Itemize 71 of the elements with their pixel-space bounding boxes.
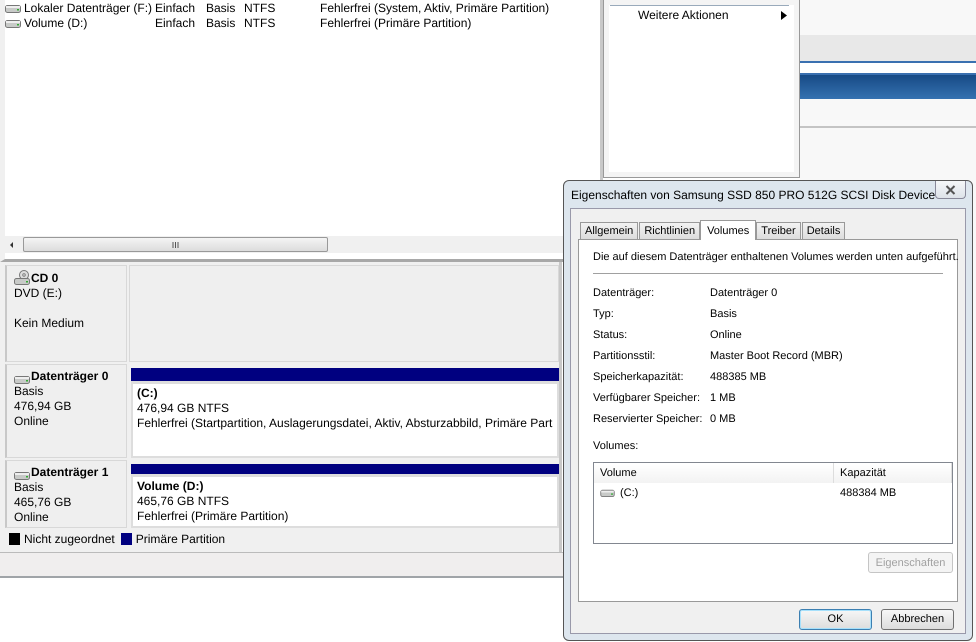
volumes-label: Volumes:	[593, 440, 638, 452]
capacity-cell: 488384 MB	[840, 486, 896, 498]
cancel-button[interactable]: Abbrechen	[881, 608, 954, 630]
filesystem-cell-text: NTFS	[244, 16, 276, 30]
optical-drive-icon	[14, 270, 30, 286]
status-cell-text: Fehlerfrei (System, Aktiv, Primäre Partition)	[320, 0, 550, 14]
partition-label: Volume (D:)	[137, 479, 204, 493]
tab[interactable]: Details	[802, 222, 846, 239]
field-value: Online	[710, 328, 743, 340]
field-label: Reservierter Speicher:	[593, 412, 704, 424]
field-value: Datenträger 0	[710, 286, 778, 298]
volume-row[interactable]: (C:) 488384 MB	[594, 483, 952, 502]
dialog-title: Eigenschaften von Samsung SSD 850 PRO 512G SCSI Disk Device	[570, 188, 936, 202]
partition-box[interactable]: Volume (D:) 465,76 GB NTFS Fehlerfrei (Primäre Partition)	[131, 474, 559, 528]
layout-cell-text: Einfach	[155, 16, 196, 30]
drive-icon	[600, 488, 615, 497]
disk-drive-icon	[14, 470, 30, 480]
filesystem-cell-text: NTFS	[244, 0, 276, 14]
scroll-left-icon[interactable]	[9, 240, 15, 248]
disk-status: Online	[14, 510, 50, 525]
partition-size: 465,76 GB NTFS	[137, 494, 230, 508]
partition-status: Fehlerfrei (Startpartition, Auslagerungsdatei, Aktiv, Absturzabbild, Primäre Part	[137, 416, 552, 430]
partition-box[interactable]: (C:) 476,94 GB NTFS Fehlerfrei (Startpartition, Auslagerungsdatei, Aktiv, Absturzabbild, Primäre Part	[131, 381, 559, 458]
tab[interactable]: Treiber	[756, 222, 801, 239]
field-value: 1 MB	[710, 392, 737, 404]
legend-label: Primäre Partition	[136, 532, 226, 546]
disk-name: CD 0	[31, 271, 58, 286]
close-icon	[945, 184, 956, 194]
partition-label: (C:)	[137, 386, 158, 400]
field-value: Master Boot Record (MBR)	[710, 350, 844, 362]
partition-status: Fehlerfrei (Primäre Partition)	[137, 509, 288, 523]
volume-name: Lokaler Datenträger (F:)	[24, 0, 152, 14]
disk-type: Basis	[14, 480, 44, 495]
close-button[interactable]	[935, 181, 966, 199]
tab[interactable]: Volumes	[700, 220, 756, 240]
disk-size: 465,76 GB	[14, 495, 72, 510]
field-label: Status:	[593, 328, 628, 340]
disk-drive-icon	[14, 374, 30, 384]
column-header[interactable]: Kapazität	[834, 463, 952, 483]
action-menu-item[interactable]: Weitere Aktionen	[610, 5, 789, 23]
layout-cell-text: Einfach	[155, 0, 196, 14]
field-value: Basis	[710, 308, 738, 320]
description-text: Die auf diesem Datenträger enthaltenen Volumes werden unten aufgeführt.	[593, 251, 959, 263]
field-value: 488385 MB	[710, 370, 768, 382]
disk-type: DVD (E:)	[14, 286, 63, 301]
disk-name: Datenträger 1	[31, 465, 108, 480]
field-value: 0 MB	[710, 412, 737, 424]
tab[interactable]: Allgemein	[580, 222, 638, 239]
tab[interactable]: Richtlinien	[639, 222, 700, 239]
disk-type: Basis	[14, 384, 44, 399]
type-cell-text: Basis	[206, 0, 236, 14]
field-label: Datenträger:	[593, 286, 656, 298]
partition-size: 476,94 GB NTFS	[137, 401, 230, 415]
scroll-thumb[interactable]	[23, 237, 328, 252]
disk-status: Online	[14, 414, 50, 429]
column-header[interactable]: Volume	[594, 463, 834, 483]
field-label: Partitionsstil:	[593, 350, 656, 362]
volume-name: Volume (D:)	[24, 16, 88, 30]
drive-icon	[5, 18, 21, 28]
ok-button[interactable]: OK	[799, 608, 872, 630]
type-cell-text: Basis	[206, 16, 236, 30]
volume-cell: (C:)	[620, 486, 638, 498]
field-label: Speicherkapazität:	[593, 370, 684, 382]
disk-name: Datenträger 0	[31, 369, 108, 384]
legend-label: Nicht zugeordnet	[24, 532, 115, 546]
status-cell-text: Fehlerfrei (Primäre Partition)	[320, 16, 472, 30]
field-label: Typ:	[593, 308, 615, 320]
disk-status: Kein Medium	[14, 316, 86, 331]
drive-icon	[5, 2, 21, 12]
disk-size: 476,94 GB	[14, 399, 72, 414]
field-label: Verfügbarer Speicher:	[593, 392, 702, 404]
